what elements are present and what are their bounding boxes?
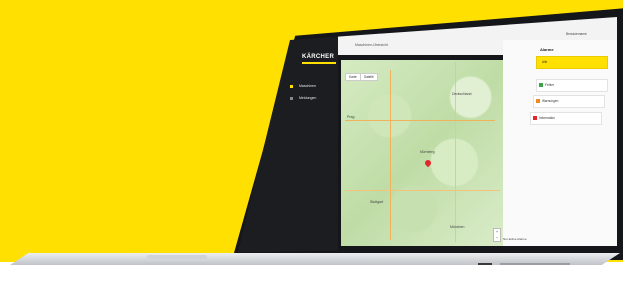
satellite-type-button[interactable]: Satellit [360, 73, 378, 81]
brand-underline [302, 62, 336, 64]
user-menu[interactable]: Benutzername [566, 32, 587, 36]
sidebar [238, 17, 338, 252]
active-alerts-checkbox[interactable]: Nur aktive Alarme [503, 237, 527, 241]
map-label: Stuttgart [370, 200, 384, 204]
map-road [390, 70, 391, 240]
laptop-screen: KÄRCHER Maschinen Meldungen Maschinen-Üb… [238, 17, 617, 252]
alert-filter-label: Information [539, 116, 555, 120]
vent [500, 263, 570, 265]
alert-filter-label: Warnungen [542, 99, 559, 103]
sidebar-item-label: Maschinen [299, 84, 316, 88]
map-road [345, 120, 495, 121]
scene: { "scene": { "background_color": "#ffe00… [0, 0, 623, 286]
zoom-out-button[interactable]: − [494, 235, 500, 241]
map-label: Prag [347, 115, 355, 119]
zoom-control[interactable]: + − [493, 228, 501, 242]
alerts-title: Alarme [540, 47, 554, 52]
sidebar-item-alerts[interactable]: Meldungen [290, 96, 316, 100]
brand-logo: KÄRCHER [302, 54, 342, 68]
map-road [455, 62, 456, 242]
alert-icon [533, 116, 537, 120]
alerts-panel [503, 40, 617, 246]
alert-filter-label: Fehler [545, 83, 555, 87]
map-label: München [450, 225, 465, 229]
brand-name: KÄRCHER [302, 54, 335, 60]
usb-port [478, 263, 492, 265]
floor [0, 262, 623, 286]
map-label: Nürnberg [420, 150, 435, 154]
bell-icon [290, 96, 293, 100]
alert-filter-label: Alle [542, 60, 548, 64]
status-icon [539, 83, 543, 87]
warning-icon [536, 99, 540, 103]
map-label: Deutschland [452, 92, 472, 96]
map-road [345, 190, 500, 191]
map-type-button[interactable]: Karte [345, 73, 361, 81]
machine-icon [290, 84, 293, 88]
sidebar-item-label: Meldungen [299, 96, 317, 100]
page-title: Maschinen-Übersicht [355, 43, 388, 47]
sidebar-item-machines[interactable]: Maschinen [290, 84, 316, 88]
laptop-notch [147, 255, 207, 259]
